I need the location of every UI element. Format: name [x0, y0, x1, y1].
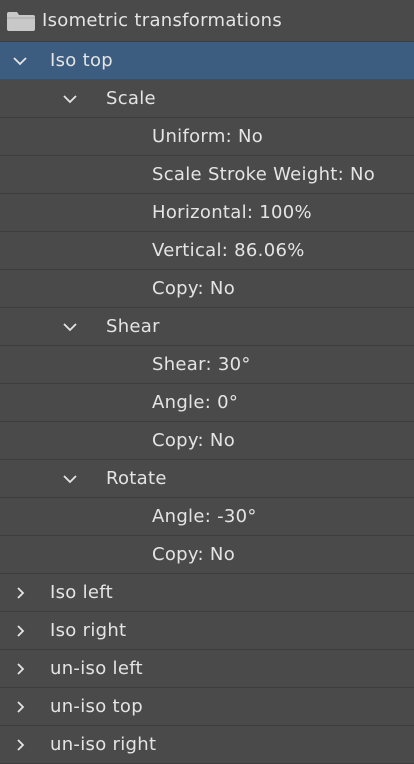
chevron-right-icon[interactable]: [10, 574, 30, 611]
param-row[interactable]: Uniform: No: [0, 118, 414, 156]
param-label: Scale Stroke Weight: No: [152, 164, 376, 185]
action-label: Iso right: [50, 620, 127, 641]
param-row[interactable]: Angle: 0°: [0, 384, 414, 422]
step-label: Scale: [106, 88, 156, 109]
param-row[interactable]: Copy: No: [0, 422, 414, 460]
action-label: Iso top: [50, 50, 114, 71]
param-label: Copy: No: [152, 278, 236, 299]
action-set-name: Isometric transformations: [42, 10, 283, 31]
param-label: Angle: 0°: [152, 392, 239, 413]
action-label: un-iso right: [50, 734, 157, 755]
action-label: un-iso top: [50, 696, 143, 717]
chevron-down-icon[interactable]: [60, 80, 80, 117]
chevron-down-icon[interactable]: [60, 308, 80, 345]
step-label: Shear: [106, 316, 160, 337]
param-label: Copy: No: [152, 430, 236, 451]
chevron-down-icon[interactable]: [10, 42, 30, 79]
step-row-scale[interactable]: Scale: [0, 80, 414, 118]
param-label: Shear: 30°: [152, 354, 251, 375]
action-label: un-iso left: [50, 658, 143, 679]
action-label: Iso left: [50, 582, 113, 603]
param-label: Vertical: 86.06%: [152, 240, 305, 261]
param-row[interactable]: Copy: No: [0, 536, 414, 574]
chevron-down-icon[interactable]: [60, 460, 80, 497]
action-row-un-iso-top[interactable]: un-iso top: [0, 688, 414, 726]
param-row[interactable]: Horizontal: 100%: [0, 194, 414, 232]
actions-panel: Isometric transformations Iso top Scale …: [0, 0, 414, 764]
param-row[interactable]: Shear: 30°: [0, 346, 414, 384]
param-row[interactable]: Copy: No: [0, 270, 414, 308]
step-row-shear[interactable]: Shear: [0, 308, 414, 346]
chevron-right-icon[interactable]: [10, 688, 30, 725]
param-label: Horizontal: 100%: [152, 202, 312, 223]
action-row-un-iso-right[interactable]: un-iso right: [0, 726, 414, 764]
action-row-un-iso-left[interactable]: un-iso left: [0, 650, 414, 688]
action-row-iso-top[interactable]: Iso top: [0, 42, 414, 80]
folder-icon: [6, 0, 36, 41]
action-set-row[interactable]: Isometric transformations: [0, 0, 414, 42]
param-label: Angle: -30°: [152, 506, 257, 527]
step-label: Rotate: [106, 468, 167, 489]
chevron-right-icon[interactable]: [10, 650, 30, 687]
chevron-right-icon[interactable]: [10, 612, 30, 649]
param-label: Uniform: No: [152, 126, 264, 147]
param-row[interactable]: Vertical: 86.06%: [0, 232, 414, 270]
action-row-iso-right[interactable]: Iso right: [0, 612, 414, 650]
step-row-rotate[interactable]: Rotate: [0, 460, 414, 498]
param-label: Copy: No: [152, 544, 236, 565]
param-row[interactable]: Angle: -30°: [0, 498, 414, 536]
action-row-iso-left[interactable]: Iso left: [0, 574, 414, 612]
chevron-right-icon[interactable]: [10, 726, 30, 763]
param-row[interactable]: Scale Stroke Weight: No: [0, 156, 414, 194]
